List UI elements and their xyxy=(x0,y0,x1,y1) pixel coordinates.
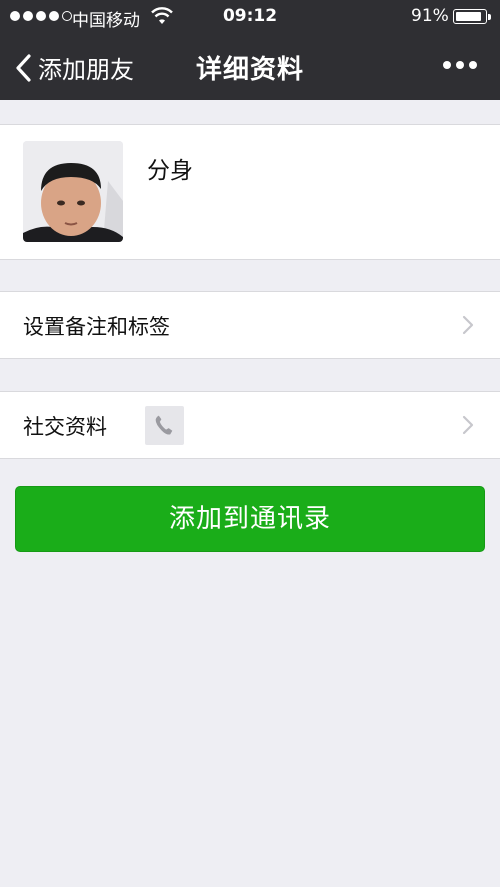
chevron-right-icon xyxy=(462,315,474,335)
profile-photo xyxy=(23,141,123,242)
row-label: 社交资料 xyxy=(23,415,107,439)
avatar[interactable] xyxy=(23,141,123,242)
add-to-contacts-button[interactable]: 添加到通讯录 xyxy=(15,486,485,552)
more-dots-icon[interactable] xyxy=(443,61,477,69)
status-bar: 中国移动 09:12 91% xyxy=(0,0,500,34)
page-title: 详细资料 xyxy=(195,55,304,85)
row-label: 设置备注和标签 xyxy=(23,315,170,339)
chevron-right-icon xyxy=(462,415,474,435)
profile-card: 分身 xyxy=(0,124,500,260)
navigation-bar: 添加朋友 详细资料 xyxy=(0,34,500,100)
social-profile-row[interactable]: 社交资料 xyxy=(0,391,500,459)
profile-name: 分身 xyxy=(147,158,193,184)
top-bar: 中国移动 09:12 91% 添加朋友 详细资料 xyxy=(0,0,500,100)
battery-percent: 91% xyxy=(411,6,449,26)
set-remark-and-tags-row[interactable]: 设置备注和标签 xyxy=(0,291,500,359)
battery-icon xyxy=(453,9,491,24)
phone-icon xyxy=(145,406,184,445)
